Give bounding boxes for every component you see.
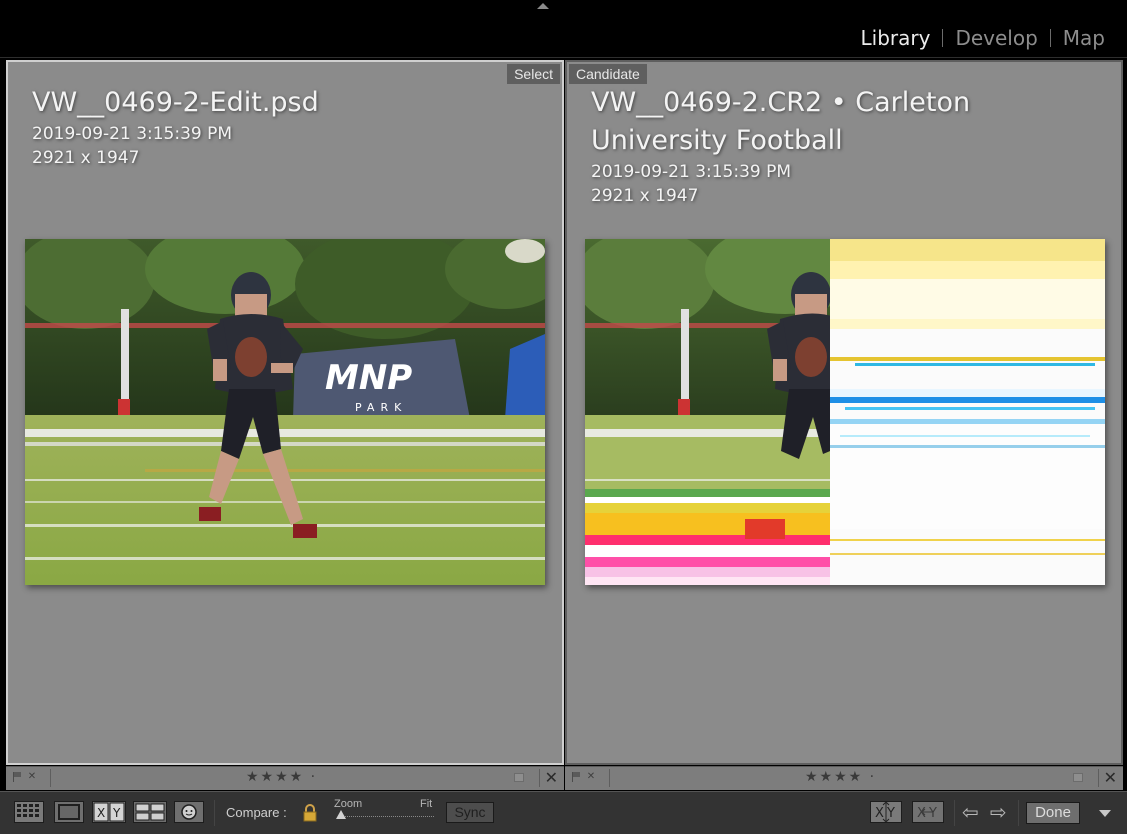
survey-view-button[interactable]	[133, 801, 167, 823]
star-rating[interactable]: ★★★★ ·	[246, 769, 317, 785]
toolbar-content-menu-icon[interactable]	[1099, 810, 1111, 817]
footer-divider	[609, 769, 610, 787]
compare-label: Compare :	[226, 805, 287, 820]
banner-text: MNP	[325, 358, 412, 398]
make-select-icon: X Y	[917, 806, 937, 821]
color-label-icon[interactable]	[514, 773, 524, 782]
toolbar-separator	[1018, 800, 1019, 826]
swap-xy-icon: X Y	[875, 802, 895, 822]
grid-view-button[interactable]	[14, 801, 44, 823]
toolbar-separator	[214, 800, 215, 826]
banner-subtext: PARK	[355, 401, 407, 414]
face-icon	[181, 804, 197, 820]
candidate-date: 2019-09-21 3:15:39 PM	[591, 162, 792, 182]
module-library[interactable]: Library	[849, 24, 943, 52]
module-picker-bar: Library Develop Map	[0, 0, 1127, 58]
lock-glyph	[303, 804, 317, 822]
compare-xy-icon: X Y	[93, 802, 125, 822]
candidate-footer: ✕ ★★★★ · ✕	[565, 766, 1123, 790]
module-develop[interactable]: Develop	[943, 24, 1049, 52]
toolbar: X Y Compare : Zoom Fit Sync X Y X Y ⇦ ⇨ …	[0, 791, 1127, 834]
candidate-info-overlay: VW__0469-2.CR2 • Carleton University Foo…	[591, 84, 1111, 208]
toolbar-separator	[954, 800, 955, 826]
make-select-button[interactable]: X Y	[912, 801, 944, 823]
loupe-icon	[58, 804, 80, 820]
select-info-overlay: VW__0469-2-Edit.psd 2019-09-21 3:15:39 P…	[32, 84, 552, 170]
module-picker: Library Develop Map	[849, 24, 1118, 52]
fit-label: Fit	[420, 798, 433, 810]
grid-icon	[17, 804, 39, 817]
select-tag: Select	[507, 64, 560, 84]
close-icon[interactable]: ✕	[545, 768, 558, 787]
footer-divider	[539, 769, 540, 787]
flag-pick-icon[interactable]	[12, 771, 24, 783]
select-footer: ✕ ★★★★ · ✕	[6, 766, 564, 790]
candidate-filename: VW__0469-2.CR2 • Carleton	[591, 87, 971, 118]
football-player-photo-corrupted	[585, 239, 1105, 585]
flag-reject-icon[interactable]: ✕	[26, 771, 38, 783]
select-filename: VW__0469-2-Edit.psd	[32, 87, 319, 118]
svg-text:X: X	[917, 806, 926, 821]
select-date: 2019-09-21 3:15:39 PM	[32, 124, 233, 144]
lock-icon[interactable]	[302, 803, 318, 823]
color-label-icon[interactable]	[1073, 773, 1083, 782]
candidate-dimensions: 2921 x 1947	[591, 186, 699, 206]
svg-text:X: X	[97, 806, 105, 820]
football-player-photo: MNP PARK	[25, 239, 545, 585]
compare-view-button[interactable]: X Y	[92, 801, 126, 823]
zoom-slider-thumb[interactable]	[336, 810, 346, 819]
zoom-slider[interactable]	[338, 816, 434, 819]
footer-divider	[1098, 769, 1099, 787]
flag-group: ✕	[12, 771, 38, 783]
close-icon[interactable]: ✕	[1104, 768, 1117, 787]
svg-text:Y: Y	[928, 806, 937, 821]
previous-photo-icon[interactable]: ⇦	[962, 800, 979, 824]
collapse-top-panel-icon[interactable]	[537, 3, 549, 9]
candidate-photo[interactable]	[585, 239, 1105, 585]
zoom-label: Zoom	[334, 798, 363, 810]
svg-text:Y: Y	[886, 806, 895, 821]
loupe-view-button[interactable]	[54, 801, 84, 823]
survey-icon	[135, 803, 165, 821]
flag-group: ✕	[571, 771, 597, 783]
flag-pick-icon[interactable]	[571, 771, 583, 783]
flag-reject-icon[interactable]: ✕	[585, 771, 597, 783]
people-view-button[interactable]	[174, 801, 204, 823]
candidate-tag: Candidate	[569, 64, 647, 84]
select-photo[interactable]: MNP PARK	[25, 239, 545, 585]
next-photo-icon[interactable]: ⇨	[990, 800, 1007, 824]
footer-divider	[50, 769, 51, 787]
done-button[interactable]: Done	[1026, 802, 1080, 824]
candidate-filename-cont: University Football	[591, 125, 843, 156]
select-panel[interactable]: Select VW__0469-2-Edit.psd 2019-09-21 3:…	[6, 60, 564, 765]
sync-button[interactable]: Sync	[446, 802, 494, 823]
svg-text:Y: Y	[112, 806, 121, 820]
svg-text:X: X	[875, 806, 884, 821]
module-map[interactable]: Map	[1051, 24, 1117, 52]
star-rating[interactable]: ★★★★ ·	[805, 769, 876, 785]
swap-button[interactable]: X Y	[870, 801, 902, 823]
candidate-panel[interactable]: Candidate VW__0469-2.CR2 • Carleton Univ…	[565, 60, 1123, 765]
select-dimensions: 2921 x 1947	[32, 148, 140, 168]
